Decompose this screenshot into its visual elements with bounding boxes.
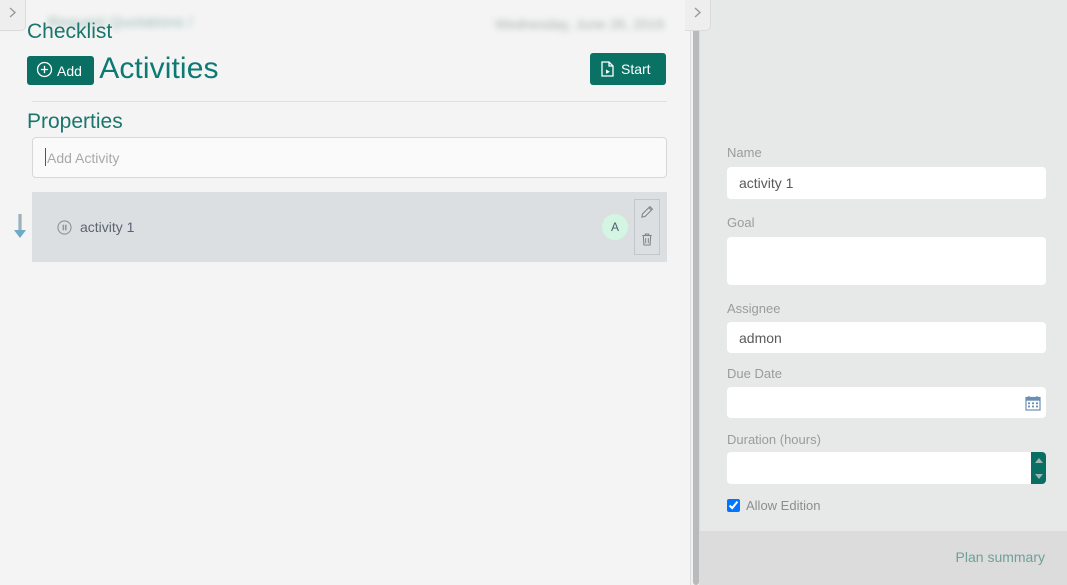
activity-item-content: activity 1 — [57, 219, 134, 235]
plus-circle-icon — [36, 61, 53, 81]
name-field-label: Name — [727, 145, 762, 160]
plan-summary-link[interactable]: Plan summary — [956, 549, 1045, 565]
start-button-label: Start — [621, 61, 651, 77]
duedate-input[interactable] — [727, 387, 1046, 418]
calendar-icon[interactable] — [1025, 395, 1041, 411]
assignee-field-label: Assignee — [727, 301, 781, 316]
current-date-label: Wednesday, June 26, 2019 — [495, 16, 665, 32]
add-button-label: Add — [57, 62, 82, 79]
start-button[interactable]: Start — [590, 53, 666, 85]
chevron-right-icon — [692, 6, 703, 24]
panel-footer: Plan summary — [700, 531, 1067, 585]
caret-up-icon[interactable] — [1034, 457, 1043, 463]
duration-field-label: Duration (hours) — [727, 432, 821, 447]
allow-edition-row: Allow Edition — [727, 498, 820, 513]
properties-heading: Properties — [27, 110, 123, 133]
add-activity-input[interactable] — [32, 137, 667, 178]
add-checklist-button[interactable]: Add — [27, 56, 94, 85]
allow-edition-label[interactable]: Allow Edition — [746, 498, 820, 513]
checklist-heading: Checklist — [27, 20, 113, 43]
file-play-icon — [600, 61, 615, 77]
edit-activity-button[interactable] — [637, 203, 657, 225]
duedate-field-label: Due Date — [727, 366, 782, 381]
arrow-down-cursor-icon — [11, 212, 29, 242]
panel-splitter — [690, 0, 700, 585]
collapse-right-panel-button[interactable] — [685, 0, 711, 31]
duration-stepper — [1031, 452, 1046, 484]
splitter-handle[interactable] — [693, 0, 699, 585]
activity-list-item[interactable]: activity 1 A — [32, 192, 667, 262]
avatar: A — [602, 214, 628, 240]
collapse-left-panel-button[interactable] — [0, 0, 26, 31]
delete-activity-button[interactable] — [637, 230, 657, 252]
activity-item-label: activity 1 — [80, 219, 135, 235]
main-content-pane: Request Quotations / Wednesday, June 26,… — [0, 0, 690, 585]
chevron-right-icon — [7, 6, 18, 24]
activity-action-group — [634, 199, 660, 255]
goal-input[interactable] — [727, 237, 1046, 285]
activity-row-controls: A — [602, 192, 667, 262]
assignee-input[interactable] — [727, 322, 1046, 353]
pause-circle-icon — [57, 219, 72, 235]
duration-input[interactable] — [727, 452, 1046, 484]
name-input[interactable] — [727, 167, 1046, 199]
pencil-icon — [640, 205, 654, 222]
text-cursor — [45, 148, 46, 166]
goal-field-label: Goal — [727, 215, 755, 230]
trash-icon — [640, 232, 654, 250]
title-divider — [32, 101, 667, 102]
allow-edition-checkbox[interactable] — [727, 499, 740, 512]
caret-down-icon[interactable] — [1034, 473, 1043, 479]
plan-activities-screen: Request Quotations / Wednesday, June 26,… — [0, 0, 1067, 585]
